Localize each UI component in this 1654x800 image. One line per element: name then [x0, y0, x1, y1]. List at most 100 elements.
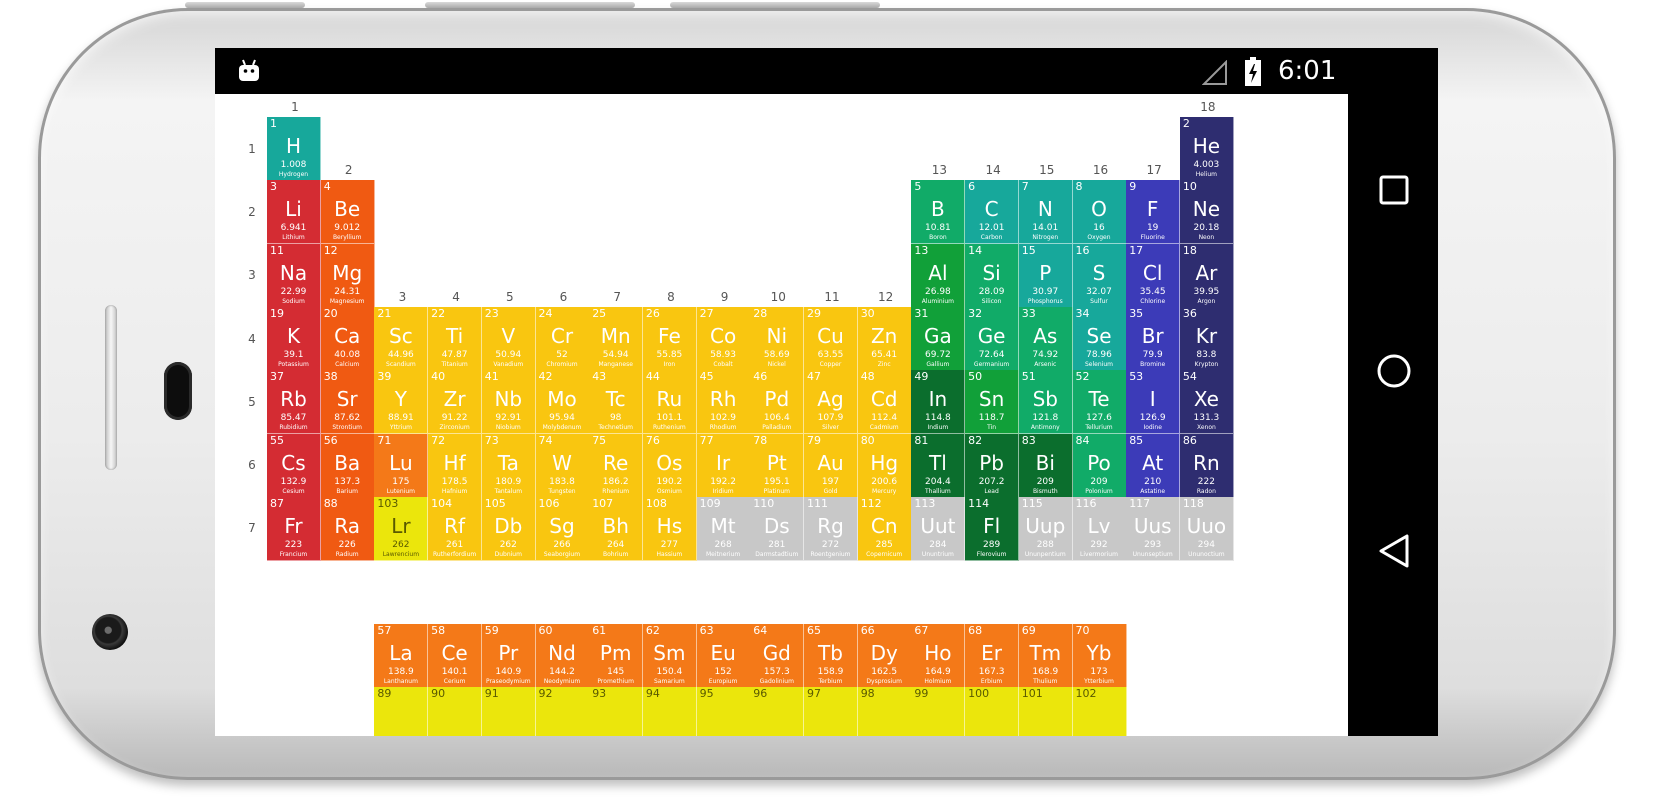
- element-cell-62[interactable]: 62 Sm 150.4 Samarium: [642, 624, 697, 688]
- element-cell-91[interactable]: 91: [481, 687, 536, 736]
- element-cell-50[interactable]: 50 Sn 118.7 Tin: [965, 370, 1020, 435]
- element-cell-88[interactable]: 88 Ra 226 Radium: [320, 496, 375, 561]
- element-cell-45[interactable]: 45 Rh 102.9 Rhodium: [696, 370, 751, 435]
- element-cell-46[interactable]: 46 Pd 106.4 Palladium: [750, 370, 805, 435]
- element-cell-26[interactable]: 26 Fe 55.85 Iron: [642, 306, 697, 371]
- element-cell-57[interactable]: 57 La 138.9 Lanthanum: [374, 624, 429, 688]
- element-cell-60[interactable]: 60 Nd 144.2 Neodymium: [535, 624, 590, 688]
- element-cell-89[interactable]: 89: [374, 687, 429, 736]
- element-cell-49[interactable]: 49 In 114.8 Indium: [911, 370, 966, 435]
- element-cell-117[interactable]: 117 Uus 293 Ununseptium: [1126, 496, 1181, 561]
- element-cell-67[interactable]: 67 Ho 164.9 Holmium: [911, 624, 966, 688]
- element-cell-77[interactable]: 77 Ir 192.2 Iridium: [696, 433, 751, 498]
- element-cell-22[interactable]: 22 Ti 47.87 Titanium: [428, 306, 483, 371]
- element-cell-1[interactable]: 1 H 1.008 Hydrogen: [267, 117, 321, 181]
- element-cell-76[interactable]: 76 Os 190.2 Osmium: [642, 433, 697, 498]
- element-cell-3[interactable]: 3 Li 6.941 Lithium: [267, 180, 321, 245]
- element-cell-116[interactable]: 116 Lv 292 Livermorium: [1072, 496, 1127, 561]
- element-cell-33[interactable]: 33 As 74.92 Arsenic: [1018, 306, 1073, 371]
- back-triangle-icon[interactable]: [1373, 530, 1415, 572]
- element-cell-14[interactable]: 14 Si 28.09 Silicon: [965, 243, 1020, 308]
- element-cell-96[interactable]: 96: [750, 687, 805, 736]
- element-cell-80[interactable]: 80 Hg 200.6 Mercury: [857, 433, 912, 498]
- element-cell-86[interactable]: 86 Rn 222 Radon: [1179, 433, 1234, 498]
- element-cell-56[interactable]: 56 Ba 137.3 Barium: [320, 433, 375, 498]
- element-cell-11[interactable]: 11 Na 22.99 Sodium: [267, 243, 321, 308]
- element-cell-100[interactable]: 100: [965, 687, 1020, 736]
- element-cell-114[interactable]: 114 Fl 289 Flerovium: [965, 496, 1020, 561]
- element-cell-37[interactable]: 37 Rb 85.47 Rubidium: [267, 370, 321, 435]
- element-cell-21[interactable]: 21 Sc 44.96 Scandium: [374, 306, 429, 371]
- element-cell-83[interactable]: 83 Bi 209 Bismuth: [1018, 433, 1073, 498]
- element-cell-94[interactable]: 94: [642, 687, 697, 736]
- element-cell-27[interactable]: 27 Co 58.93 Cobalt: [696, 306, 751, 371]
- element-cell-99[interactable]: 99: [911, 687, 966, 736]
- element-cell-63[interactable]: 63 Eu 152 Europium: [696, 624, 751, 688]
- element-cell-66[interactable]: 66 Dy 162.5 Dysprosium: [857, 624, 912, 688]
- periodic-table-view[interactable]: 1 H 1.008 Hydrogen 2 He 4.003 Helium 3 Li 6.941 Lit…: [215, 94, 1348, 736]
- element-cell-4[interactable]: 4 Be 9.012 Beryllium: [320, 180, 375, 245]
- element-cell-107[interactable]: 107 Bh 264 Bohrium: [589, 496, 644, 561]
- element-cell-9[interactable]: 9 F 19 Fluorine: [1126, 180, 1181, 245]
- element-cell-35[interactable]: 35 Br 79.9 Bromine: [1126, 306, 1181, 371]
- element-cell-112[interactable]: 112 Cn 285 Copernicum: [857, 496, 912, 561]
- element-cell-97[interactable]: 97: [804, 687, 858, 736]
- power-button[interactable]: [185, 2, 305, 8]
- element-cell-29[interactable]: 29 Cu 63.55 Copper: [804, 306, 858, 371]
- element-cell-75[interactable]: 75 Re 186.2 Rhenium: [589, 433, 644, 498]
- element-cell-110[interactable]: 110 Ds 281 Darmstadtium: [750, 496, 805, 561]
- element-cell-102[interactable]: 102: [1072, 687, 1127, 736]
- element-cell-44[interactable]: 44 Ru 101.1 Ruthenium: [642, 370, 697, 435]
- element-cell-24[interactable]: 24 Cr 52 Chromium: [535, 306, 590, 371]
- element-cell-106[interactable]: 106 Sg 266 Seaborgium: [535, 496, 590, 561]
- element-cell-40[interactable]: 40 Zr 91.22 Zirconium: [428, 370, 483, 435]
- element-cell-95[interactable]: 95: [696, 687, 751, 736]
- element-cell-64[interactable]: 64 Gd 157.3 Gadolinium: [750, 624, 805, 688]
- element-cell-118[interactable]: 118 Uuo 294 Ununoctium: [1179, 496, 1234, 561]
- element-cell-8[interactable]: 8 O 16 Oxygen: [1072, 180, 1127, 245]
- element-cell-113[interactable]: 113 Uut 284 Ununtrium: [911, 496, 966, 561]
- element-cell-79[interactable]: 79 Au 197 Gold: [804, 433, 858, 498]
- element-cell-73[interactable]: 73 Ta 180.9 Tantalum: [481, 433, 536, 498]
- element-cell-13[interactable]: 13 Al 26.98 Aluminium: [911, 243, 966, 308]
- element-cell-23[interactable]: 23 V 50.94 Vanadium: [481, 306, 536, 371]
- element-cell-115[interactable]: 115 Uup 288 Ununpentium: [1018, 496, 1073, 561]
- recents-square-icon[interactable]: [1373, 169, 1415, 211]
- element-cell-54[interactable]: 54 Xe 131.3 Xenon: [1179, 370, 1234, 435]
- element-cell-58[interactable]: 58 Ce 140.1 Cerium: [428, 624, 483, 688]
- element-cell-68[interactable]: 68 Er 167.3 Erbium: [965, 624, 1020, 688]
- element-cell-81[interactable]: 81 Tl 204.4 Thallium: [911, 433, 966, 498]
- element-cell-19[interactable]: 19 K 39.1 Potassium: [267, 306, 321, 371]
- element-cell-39[interactable]: 39 Y 88.91 Yttrium: [374, 370, 429, 435]
- element-cell-53[interactable]: 53 I 126.9 Iodine: [1126, 370, 1181, 435]
- element-cell-71[interactable]: 71 Lu 175 Lutenium: [374, 433, 429, 498]
- home-circle-icon[interactable]: [1373, 350, 1415, 392]
- volume-button-2[interactable]: [670, 2, 880, 8]
- element-cell-47[interactable]: 47 Ag 107.9 Silver: [804, 370, 858, 435]
- element-cell-74[interactable]: 74 W 183.8 Tungsten: [535, 433, 590, 498]
- element-cell-93[interactable]: 93: [589, 687, 644, 736]
- element-cell-52[interactable]: 52 Te 127.6 Tellurium: [1072, 370, 1127, 435]
- element-cell-101[interactable]: 101: [1018, 687, 1073, 736]
- element-cell-38[interactable]: 38 Sr 87.62 Strontium: [320, 370, 375, 435]
- element-cell-25[interactable]: 25 Mn 54.94 Manganese: [589, 306, 644, 371]
- element-cell-69[interactable]: 69 Tm 168.9 Thulium: [1018, 624, 1073, 688]
- element-cell-18[interactable]: 18 Ar 39.95 Argon: [1179, 243, 1234, 308]
- element-cell-70[interactable]: 70 Yb 173 Ytterbium: [1072, 624, 1127, 688]
- element-cell-41[interactable]: 41 Nb 92.91 Niobium: [481, 370, 536, 435]
- element-cell-92[interactable]: 92: [535, 687, 590, 736]
- element-cell-36[interactable]: 36 Kr 83.8 Krypton: [1179, 306, 1234, 371]
- element-cell-72[interactable]: 72 Hf 178.5 Hafnium: [428, 433, 483, 498]
- element-cell-34[interactable]: 34 Se 78.96 Selenium: [1072, 306, 1127, 371]
- element-cell-98[interactable]: 98: [857, 687, 912, 736]
- element-cell-31[interactable]: 31 Ga 69.72 Gallium: [911, 306, 966, 371]
- element-cell-42[interactable]: 42 Mo 95.94 Molybdenum: [535, 370, 590, 435]
- element-cell-84[interactable]: 84 Po 209 Polonium: [1072, 433, 1127, 498]
- element-cell-32[interactable]: 32 Ge 72.64 Germanium: [965, 306, 1020, 371]
- element-cell-16[interactable]: 16 S 32.07 Sulfur: [1072, 243, 1127, 308]
- element-cell-48[interactable]: 48 Cd 112.4 Cadmium: [857, 370, 912, 435]
- element-cell-103[interactable]: 103 Lr 262 Lawrencium: [374, 496, 429, 561]
- element-cell-105[interactable]: 105 Db 262 Dubnium: [481, 496, 536, 561]
- element-cell-30[interactable]: 30 Zn 65.41 Zinc: [857, 306, 912, 371]
- element-cell-61[interactable]: 61 Pm 145 Promethium: [589, 624, 644, 688]
